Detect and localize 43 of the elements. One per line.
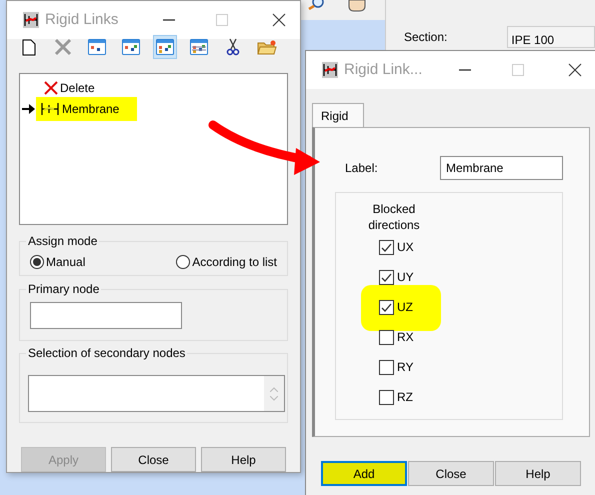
radio-option[interactable]: According to list (176, 252, 277, 271)
magnifier-icon[interactable] (308, 0, 324, 10)
dialog-button[interactable]: Add (321, 461, 407, 486)
folder-icon (257, 39, 277, 55)
text-area[interactable] (28, 375, 285, 412)
rigid-link-icon (322, 62, 338, 78)
checkbox-option[interactable]: UZ (379, 298, 413, 316)
dialog-button[interactable]: Help (495, 461, 581, 486)
checkbox-option[interactable]: RX (379, 328, 414, 346)
list-item[interactable]: Delete (36, 76, 113, 100)
list-item[interactable]: Membrane (36, 96, 138, 120)
window-title: Rigid Link... (344, 60, 422, 80)
group-title: Selection of secondary nodes (26, 345, 188, 362)
delete-icon (44, 80, 58, 94)
group-title: Primary node (26, 281, 102, 298)
checkbox-option[interactable]: RZ (379, 388, 413, 406)
field-label: Section: (404, 29, 448, 46)
input-field[interactable]: Membrane (440, 156, 563, 180)
check-icon (381, 272, 392, 282)
window-view-icon (156, 39, 174, 55)
hand-icon[interactable] (346, 0, 368, 12)
field-label: Label: (344, 160, 378, 177)
check-icon (381, 302, 392, 312)
scissors-icon (226, 38, 240, 56)
checkbox-option[interactable]: UY (379, 268, 414, 286)
check-icon (381, 242, 392, 252)
delete-icon (54, 38, 72, 56)
checkbox-option[interactable]: UX (379, 238, 414, 256)
rigid-link-icon (23, 12, 39, 28)
dialog-button[interactable]: Help (201, 447, 286, 472)
dialog-button[interactable]: Close (408, 461, 494, 486)
checkbox-option[interactable]: RY (379, 358, 414, 376)
tab[interactable]: Rigid (312, 103, 364, 127)
group-title: Assign mode (26, 233, 100, 250)
radio-option[interactable]: Manual (30, 252, 86, 271)
input-field[interactable]: IPE 100 (507, 26, 595, 48)
input-field[interactable] (30, 302, 182, 330)
close-icon[interactable] (272, 13, 286, 27)
rigid-link-icon (40, 100, 60, 116)
window-title: Rigid Links (45, 10, 118, 30)
close-icon[interactable] (568, 63, 582, 77)
group-title: Blocked directions (367, 201, 421, 233)
dialog-button[interactable]: Close (111, 447, 196, 472)
